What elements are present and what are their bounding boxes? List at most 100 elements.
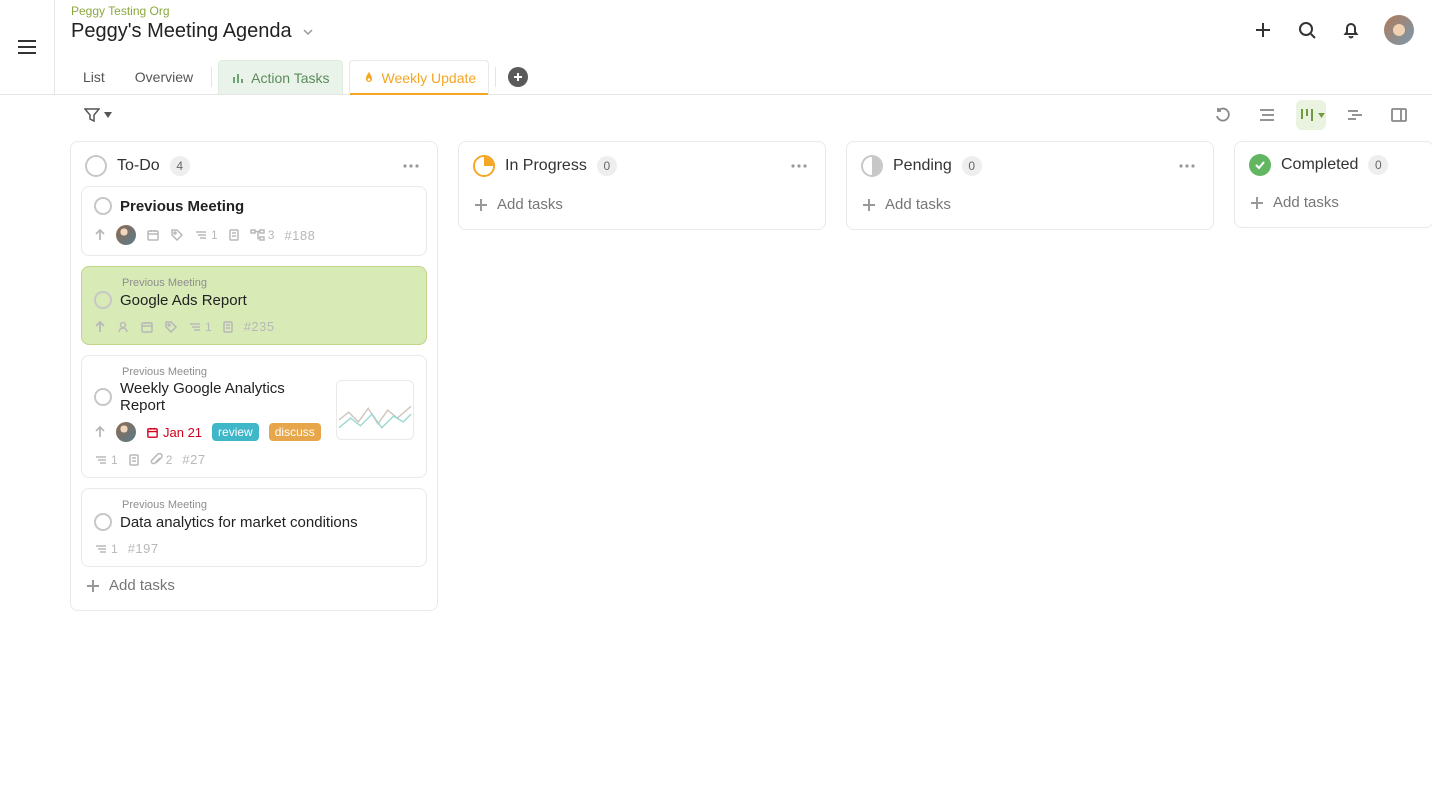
parent-task-label[interactable]: Previous Meeting (122, 277, 414, 289)
task-title: Previous Meeting (120, 198, 244, 215)
tabs: List Overview Action Tasks (71, 53, 1234, 94)
tab-label: Overview (135, 69, 193, 85)
column-count: 0 (1368, 155, 1388, 175)
task-title: Weekly Google Analytics Report (120, 380, 326, 414)
column-todo: To-Do 4 Previous Meeting (70, 141, 438, 611)
column-title: Completed (1281, 156, 1358, 174)
tag-review[interactable]: review (212, 423, 259, 441)
column-count: 4 (170, 156, 190, 176)
add-task-label: Add tasks (109, 577, 175, 594)
attachment-thumbnail[interactable] (336, 380, 414, 440)
attachment-count[interactable]: 2 (150, 453, 173, 467)
status-circle-todo-icon (85, 155, 107, 177)
bar-chart-icon (231, 71, 245, 85)
undo-button[interactable] (1208, 100, 1238, 130)
subtask-count[interactable]: 1 (188, 320, 212, 334)
parent-task-label[interactable]: Previous Meeting (122, 366, 414, 378)
priority-icon[interactable] (94, 425, 106, 439)
tab-weekly-update[interactable]: Weekly Update (349, 60, 490, 94)
notes-icon[interactable] (228, 228, 240, 242)
tag-discuss[interactable]: discuss (269, 423, 321, 441)
column-in-progress: In Progress 0 Add tasks (458, 141, 826, 230)
subtask-count[interactable]: 1 (94, 542, 118, 556)
column-title: In Progress (505, 157, 587, 175)
column-cards: Previous Meeting 1 (71, 186, 437, 567)
title-dropdown[interactable] (302, 28, 314, 36)
column-menu-button[interactable] (399, 154, 423, 178)
task-id: #27 (182, 452, 205, 467)
task-card[interactable]: Previous Meeting Data analytics for mark… (81, 488, 427, 567)
task-status-circle[interactable] (94, 513, 112, 531)
search-button[interactable] (1296, 19, 1318, 41)
column-menu-button[interactable] (1175, 154, 1199, 178)
assignee-avatar[interactable] (116, 422, 136, 442)
task-id: #197 (128, 541, 159, 556)
top-bar: Peggy Testing Org Peggy's Meeting Agenda… (0, 0, 1432, 95)
task-title: Google Ads Report (120, 292, 247, 309)
header-actions (1234, 0, 1432, 60)
column-header: In Progress 0 (459, 142, 825, 186)
filter-button[interactable] (84, 108, 112, 122)
column-header: Completed 0 (1235, 142, 1432, 184)
page-title: Peggy's Meeting Agenda (71, 20, 292, 43)
user-avatar[interactable] (1384, 15, 1414, 45)
tab-list[interactable]: List (71, 60, 117, 94)
status-circle-pending-icon (861, 155, 883, 177)
due-date[interactable]: Jan 21 (146, 425, 202, 440)
kanban-board: To-Do 4 Previous Meeting (0, 135, 1432, 631)
assignee-avatar[interactable] (116, 225, 136, 245)
column-completed: Completed 0 Add tasks (1234, 141, 1432, 228)
task-id: #235 (244, 319, 275, 334)
tab-divider (495, 67, 496, 87)
date-icon[interactable] (140, 320, 154, 334)
priority-icon[interactable] (94, 320, 106, 334)
column-menu-button[interactable] (787, 154, 811, 178)
task-meta: 1 #197 (94, 541, 414, 556)
tab-action-tasks[interactable]: Action Tasks (218, 60, 342, 94)
column-count: 0 (597, 156, 617, 176)
date-icon[interactable] (146, 228, 160, 242)
menu-toggle-button[interactable] (15, 35, 39, 59)
add-task-label: Add tasks (885, 196, 951, 213)
task-status-circle[interactable] (94, 291, 112, 309)
create-button[interactable] (1252, 19, 1274, 41)
subtask-count[interactable]: 1 (94, 453, 118, 467)
add-task-button[interactable]: Add tasks (847, 186, 1213, 229)
add-task-button[interactable]: Add tasks (71, 567, 437, 610)
tag-icon[interactable] (164, 320, 178, 334)
flame-icon (362, 71, 376, 85)
view-toolbar (0, 95, 1432, 135)
timeline-view-button[interactable] (1340, 100, 1370, 130)
column-pending: Pending 0 Add tasks (846, 141, 1214, 230)
priority-icon[interactable] (94, 228, 106, 242)
view-toolbar-right (1208, 100, 1414, 130)
task-card[interactable]: Previous Meeting Google Ads Report (81, 266, 427, 345)
tab-label: Action Tasks (251, 70, 329, 86)
subtask-count[interactable]: 1 (194, 228, 218, 242)
task-status-circle[interactable] (94, 197, 112, 215)
task-status-circle[interactable] (94, 388, 112, 406)
add-task-button[interactable]: Add tasks (459, 186, 825, 229)
tab-divider (211, 67, 212, 87)
column-header: Pending 0 (847, 142, 1213, 186)
column-header: To-Do 4 (71, 142, 437, 186)
list-view-button[interactable] (1252, 100, 1282, 130)
add-task-button[interactable]: Add tasks (1235, 184, 1432, 227)
panel-toggle-button[interactable] (1384, 100, 1414, 130)
children-count[interactable]: 3 (250, 228, 275, 242)
org-breadcrumb[interactable]: Peggy Testing Org (71, 0, 1234, 18)
notes-icon[interactable] (222, 320, 234, 334)
assignee-icon[interactable] (116, 320, 130, 334)
notes-icon[interactable] (128, 453, 140, 467)
notifications-button[interactable] (1340, 19, 1362, 41)
board-view-button[interactable] (1296, 100, 1326, 130)
add-tab-button[interactable] (508, 67, 528, 87)
parent-task-label[interactable]: Previous Meeting (122, 499, 414, 511)
task-title: Data analytics for market conditions (120, 514, 358, 531)
column-count: 0 (962, 156, 982, 176)
tag-icon[interactable] (170, 228, 184, 242)
task-card[interactable]: Previous Meeting Weekly Google Analytics… (81, 355, 427, 478)
tab-overview[interactable]: Overview (123, 60, 205, 94)
task-meta: 1 #235 (94, 319, 414, 334)
task-card[interactable]: Previous Meeting 1 (81, 186, 427, 256)
